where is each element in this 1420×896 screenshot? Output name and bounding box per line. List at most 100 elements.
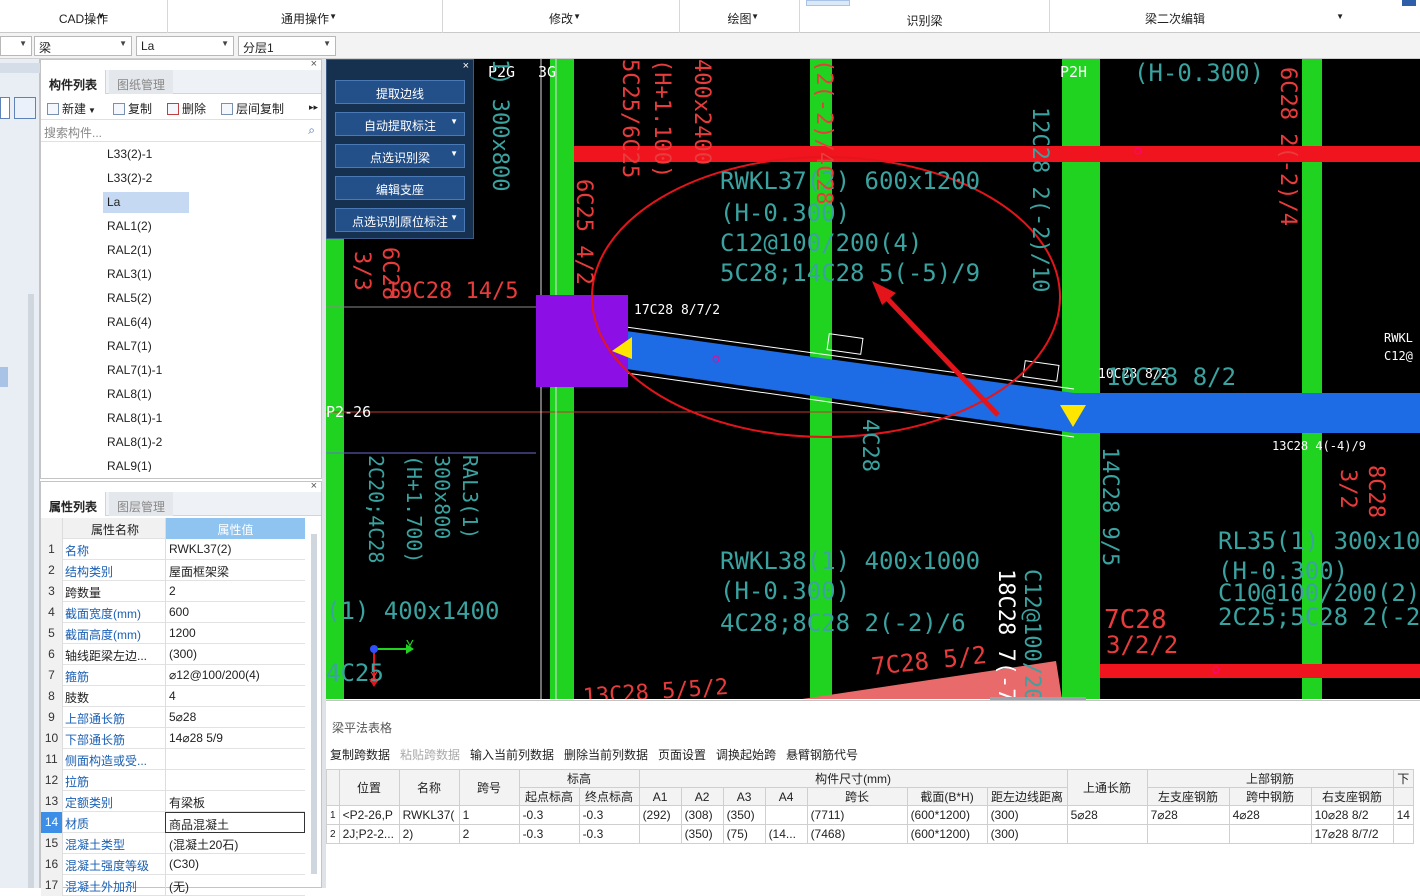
table-cell[interactable]: 4⌀28 (1228, 805, 1312, 825)
property-scrollbar[interactable] (311, 534, 317, 874)
type-combo[interactable]: 梁 ▼ (34, 36, 132, 56)
list-item[interactable]: RAL2(1) (103, 240, 189, 261)
table-cell[interactable] (764, 805, 808, 825)
delete-column-button[interactable]: 删除当前列数据 (564, 746, 648, 763)
page-setup-button[interactable]: 页面设置 (658, 746, 706, 763)
property-row[interactable]: 11 侧面构造或受... (41, 749, 305, 770)
table-cell[interactable]: 17⌀28 8/7/2 (1310, 824, 1394, 844)
table-cell[interactable] (1146, 824, 1230, 844)
delete-button[interactable]: 删除 (167, 100, 206, 117)
cad-canvas[interactable]: P2G 3G P2H P2-26 RWKL37(2) 600x1200 (H-0.300)… (326, 59, 1420, 699)
table-cell[interactable]: (75) (722, 824, 766, 844)
table-cell[interactable] (1228, 824, 1312, 844)
ribbon-group-cad[interactable]: CAD操作 ▼ (0, 0, 168, 33)
property-row[interactable]: 14 材质 商品混凝土 (41, 812, 305, 833)
property-row[interactable]: 17 混凝土外加剂 (无) (41, 875, 305, 896)
table-cell[interactable]: (7711) (806, 805, 908, 825)
table-cell[interactable]: (292) (638, 805, 682, 825)
list-item-selected[interactable]: La (103, 192, 189, 213)
floor-combo[interactable]: ▼ (0, 36, 32, 56)
list-item[interactable]: RAL8(1) (103, 384, 189, 405)
table-cell[interactable]: 2 (326, 824, 340, 844)
property-row[interactable]: 4 截面宽度(mm) 600 (41, 602, 305, 623)
close-icon[interactable]: × (311, 480, 317, 492)
property-value[interactable]: (C30) (165, 854, 305, 875)
property-value[interactable]: 5⌀28 (165, 707, 305, 728)
tab-component-list[interactable]: 构件列表 (41, 70, 107, 94)
property-row[interactable]: 1 名称 RWKL37(2) (41, 539, 305, 560)
more-icon[interactable]: ▸▸ (309, 102, 318, 113)
table-cell[interactable]: 10⌀28 8/2 (1310, 805, 1394, 825)
ribbon-group-draw[interactable]: 绘图 ▼ (680, 0, 800, 33)
table-cell[interactable]: 5⌀28 (1066, 805, 1148, 825)
edit-support-button[interactable]: 编辑支座 (335, 176, 465, 200)
table-cell[interactable]: (600*1200) (906, 824, 988, 844)
component-search-input[interactable]: 搜索构件... ⌕ (41, 120, 321, 142)
ribbon-group-common[interactable]: 通用操作 ▼ (168, 0, 443, 33)
list-item[interactable]: RAL1(2) (103, 216, 189, 237)
cantilever-code-button[interactable]: 悬臂钢筋代号 (786, 746, 858, 763)
table-row[interactable]: 2 2J;P2-2... 2) 2 -0.3 -0.3 (350) (75) (14... (74… (326, 824, 1414, 844)
property-value[interactable]: 有梁板 (165, 791, 305, 812)
property-value[interactable]: (混凝土20石) (165, 833, 305, 854)
property-row[interactable]: 8 肢数 4 (41, 686, 305, 707)
list-item[interactable]: RAL8(1)-1 (103, 408, 189, 429)
list-item[interactable]: L33(2)-2 (103, 168, 189, 189)
property-row[interactable]: 9 上部通长筋 5⌀28 (41, 707, 305, 728)
table-cell[interactable]: -0.3 (578, 805, 640, 825)
extract-edge-button[interactable]: 提取边线 (335, 80, 465, 104)
table-cell[interactable]: 1 (326, 805, 340, 825)
ribbon-group-beam-edit[interactable]: 梁二次编辑 ▼ (1050, 0, 1420, 33)
property-value[interactable]: (300) (165, 644, 305, 665)
selected-beam[interactable] (626, 331, 1074, 433)
property-value[interactable]: (无) (165, 875, 305, 896)
property-row[interactable]: 15 混凝土类型 (混凝土20石) (41, 833, 305, 854)
property-row[interactable]: 13 定额类别 有梁板 (41, 791, 305, 812)
list-item[interactable]: RAL5(2) (103, 288, 189, 309)
property-row[interactable]: 10 下部通长筋 14⌀28 5/9 (41, 728, 305, 749)
property-row[interactable]: 5 截面高度(mm) 1200 (41, 623, 305, 644)
auto-extract-label-button[interactable]: 自动提取标注 ▼ (335, 112, 465, 136)
table-cell[interactable] (638, 824, 682, 844)
paste-span-button[interactable]: 粘贴跨数据 (400, 746, 460, 763)
list-view-icon[interactable] (0, 97, 10, 119)
property-value[interactable]: 商品混凝土 (165, 812, 305, 833)
property-row[interactable]: 7 箍筋 ⌀12@100/200(4) (41, 665, 305, 686)
table-cell[interactable]: <P2-26,P (338, 805, 400, 825)
table-cell[interactable]: (300) (986, 824, 1068, 844)
swap-start-span-button[interactable]: 调换起始跨 (716, 746, 776, 763)
tab-drawing-manage[interactable]: 图纸管理 (109, 70, 174, 94)
table-cell[interactable]: 2) (398, 824, 460, 844)
table-cell[interactable]: 1 (458, 805, 520, 825)
property-value[interactable]: 14⌀28 5/9 (165, 728, 305, 749)
table-cell[interactable]: (308) (680, 805, 724, 825)
table-cell[interactable] (1066, 824, 1148, 844)
table-cell[interactable]: 2 (458, 824, 520, 844)
new-button[interactable]: 新建 ▼ (47, 100, 96, 117)
pick-recognize-beam-button[interactable]: 点选识别梁 ▼ (335, 144, 465, 168)
floor-copy-button[interactable]: 层间复制 (221, 100, 284, 117)
property-value[interactable]: RWKL37(2) (165, 539, 305, 560)
table-cell[interactable]: (600*1200) (906, 805, 988, 825)
ribbon-group-modify[interactable]: 修改 ▼ (443, 0, 680, 33)
property-row[interactable]: 6 轴线距梁左边... (300) (41, 644, 305, 665)
table-cell[interactable]: 14 (1392, 805, 1414, 825)
table-cell[interactable] (1392, 824, 1414, 844)
table-row[interactable]: 1 <P2-26,P RWKL37(1 -0.3 -0.3 (292) (308) (350)… (326, 805, 1414, 825)
property-value[interactable]: 600 (165, 602, 305, 623)
input-column-button[interactable]: 输入当前列数据 (470, 746, 554, 763)
property-value[interactable]: ⌀12@100/200(4) (165, 665, 305, 686)
grid-view-icon[interactable] (14, 97, 36, 119)
list-item[interactable]: RAL6(4) (103, 312, 189, 333)
table-cell[interactable]: 7⌀28 (1146, 805, 1230, 825)
selected-beam-span2[interactable] (1074, 393, 1420, 433)
copy-span-button[interactable]: 复制跨数据 (330, 746, 390, 763)
list-item[interactable]: RAL3(1) (103, 264, 189, 285)
property-value[interactable]: 屋面框架梁 (165, 560, 305, 581)
close-icon[interactable]: × (463, 60, 469, 72)
copy-button[interactable]: 复制 (113, 100, 152, 117)
property-row[interactable]: 3 跨数量 2 (41, 581, 305, 602)
property-value[interactable]: 1200 (165, 623, 305, 644)
tab-layer-manage[interactable]: 图层管理 (109, 492, 174, 516)
table-cell[interactable]: -0.3 (578, 824, 640, 844)
